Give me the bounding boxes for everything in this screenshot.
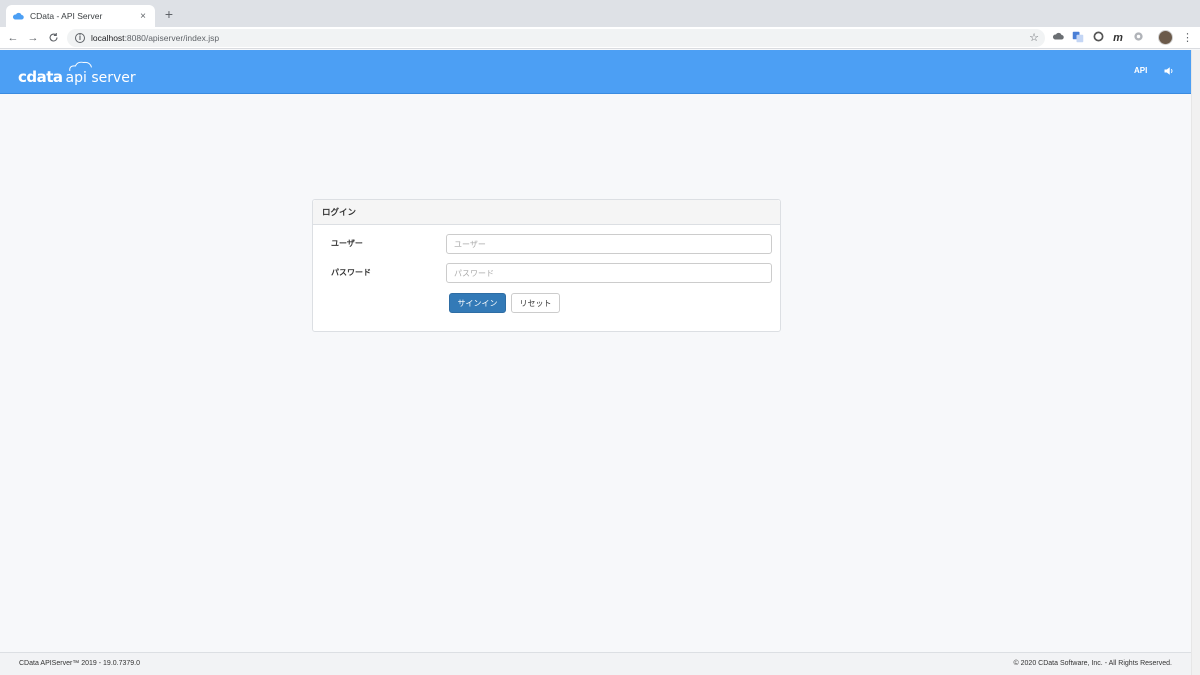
copyright-text: © 2020 CData Software, Inc. - All Rights… [1013, 660, 1172, 667]
address-bar[interactable]: i localhost:8080/apiserver/index.jsp ☆ [67, 29, 1045, 47]
browser-tab-strip: CData - API Server × + [0, 0, 1200, 27]
sign-in-button[interactable]: サインイン [449, 293, 506, 313]
password-label: パスワード [331, 268, 371, 277]
password-input[interactable] [446, 263, 772, 283]
page-footer: CData APIServer™ 2019 - 19.0.7379.0 © 20… [0, 652, 1191, 675]
gear-extension-icon[interactable] [1131, 31, 1145, 45]
login-panel: ログイン ユーザー パスワード サインイン リセット [312, 199, 781, 332]
profile-avatar[interactable] [1158, 30, 1173, 45]
url-host: localhost [91, 33, 125, 43]
user-label: ユーザー [331, 239, 363, 248]
cloud-extension-icon[interactable] [1051, 31, 1065, 45]
user-input[interactable] [446, 234, 772, 254]
speaker-icon[interactable] [1163, 65, 1175, 77]
reload-icon[interactable] [45, 30, 61, 46]
vertical-scrollbar[interactable] [1191, 50, 1200, 675]
back-arrow-icon[interactable]: ← [5, 30, 21, 46]
browser-toolbar: ← → i localhost:8080/apiserver/index.jsp… [0, 27, 1200, 49]
logo-product-text: api server [65, 70, 136, 86]
tab-title: CData - API Server [30, 11, 103, 21]
circle-extension-icon[interactable] [1091, 31, 1105, 45]
api-link[interactable]: API [1134, 66, 1147, 75]
login-panel-title: ログイン [313, 200, 780, 225]
app-header: cdata api server API [0, 50, 1191, 94]
reset-button[interactable]: リセット [511, 293, 560, 313]
site-info-icon[interactable]: i [75, 33, 85, 43]
translate-extension-icon[interactable] [1071, 31, 1085, 45]
address-url: localhost:8080/apiserver/index.jsp [91, 33, 219, 43]
new-tab-icon[interactable]: + [162, 6, 176, 22]
cloud-favicon-icon [12, 12, 24, 20]
logo-cloud-icon [68, 61, 92, 71]
cdata-api-server-logo[interactable]: cdata api server [18, 58, 136, 86]
m-extension-icon[interactable]: m [1111, 31, 1125, 45]
bookmark-star-icon[interactable]: ☆ [1029, 31, 1039, 44]
forward-arrow-icon[interactable]: → [25, 30, 41, 46]
browser-menu-icon[interactable]: ⋮ [1182, 30, 1193, 46]
url-rest: :8080/apiserver/index.jsp [124, 33, 220, 43]
version-text: CData APIServer™ 2019 - 19.0.7379.0 [19, 660, 141, 667]
tab-close-icon[interactable]: × [137, 11, 149, 22]
logo-brand: cdata [18, 68, 63, 86]
browser-tab[interactable]: CData - API Server × [6, 5, 155, 27]
logo-product: api server [65, 61, 136, 86]
